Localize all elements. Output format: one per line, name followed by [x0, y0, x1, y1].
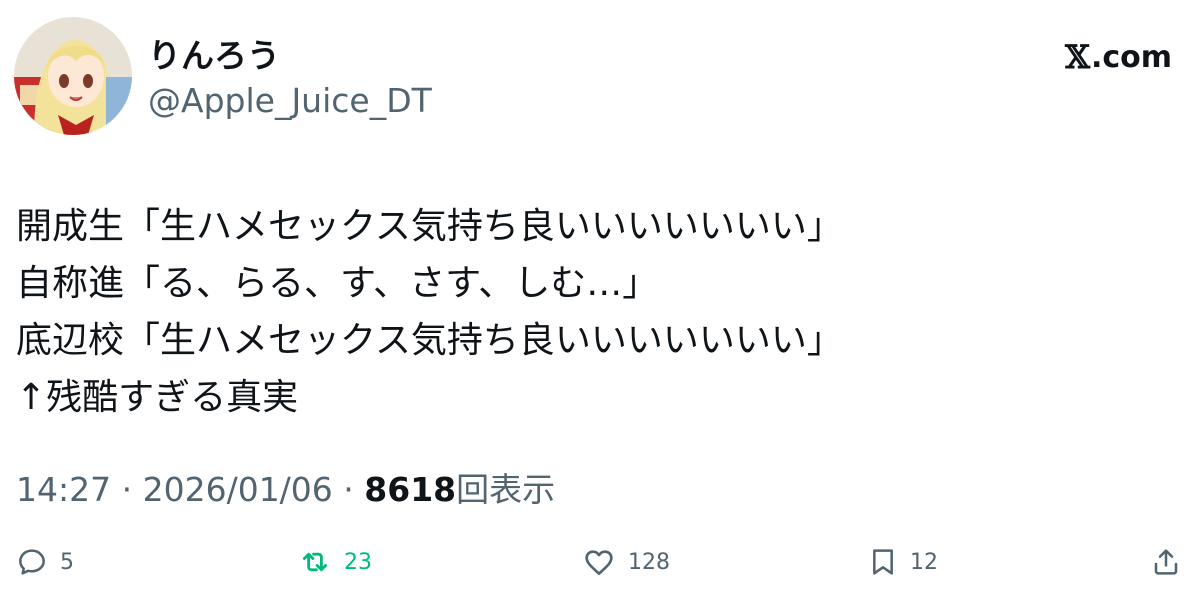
bookmark-count: 12	[910, 549, 938, 575]
heart-icon	[585, 550, 613, 575]
brand-logo: 𝕏 .com	[1065, 37, 1172, 77]
author-display-name[interactable]: りんろう	[148, 34, 280, 78]
bookmark-button[interactable]: 12	[868, 542, 938, 582]
like-button[interactable]: 128	[582, 542, 670, 582]
like-count: 128	[628, 549, 670, 575]
brand-suffix: .com	[1090, 39, 1172, 75]
share-button[interactable]	[1150, 542, 1182, 582]
reply-button[interactable]: 5	[16, 542, 74, 582]
tweet-line: ↑残酷すぎる真実	[16, 377, 299, 418]
tweet-text: 開成生「生ハメセックス気持ち良いいいいいいい」 自称進「る、らる、す、さす、しむ…	[16, 198, 1176, 426]
tweet-line: 自称進「る、らる、す、さす、しむ…」	[16, 263, 659, 304]
repost-button[interactable]: 23	[298, 542, 372, 582]
meta-separator: ·	[111, 470, 143, 509]
tweet-line: 開成生「生ハメセックス気持ち良いいいいいいい」	[16, 206, 843, 247]
reply-count: 5	[60, 549, 74, 575]
author-handle[interactable]: @Apple_Juice_DT	[148, 79, 432, 123]
avatar[interactable]	[14, 17, 132, 135]
views-count[interactable]: 8618	[364, 470, 456, 509]
views-label: 回表示	[456, 470, 556, 509]
tweet-meta: 14:27 · 2026/01/06 · 8618回表示	[16, 468, 555, 512]
tweet-line: 底辺校「生ハメセックス気持ち良いいいいいいい」	[16, 320, 843, 361]
repost-icon	[302, 552, 328, 572]
meta-separator: ·	[332, 470, 365, 509]
share-icon	[1154, 549, 1178, 575]
repost-count: 23	[344, 549, 372, 575]
bookmark-icon	[873, 549, 893, 575]
x-logo-icon: 𝕏	[1065, 38, 1090, 76]
avatar-image	[14, 17, 132, 135]
reply-icon	[19, 549, 45, 575]
tweet-time[interactable]: 14:27	[16, 470, 111, 509]
tweet-date[interactable]: 2026/01/06	[143, 470, 333, 509]
